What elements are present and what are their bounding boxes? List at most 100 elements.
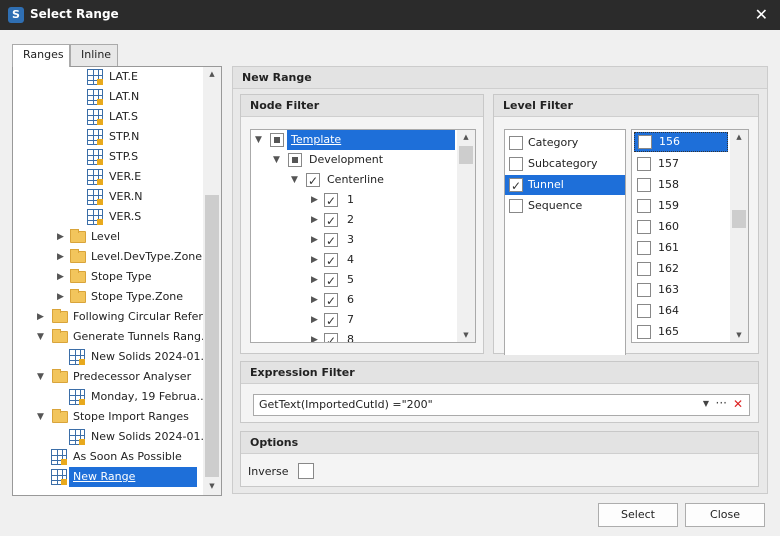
tree-item[interactable]: ▶ Stope Type.Zone: [13, 287, 203, 307]
node-item[interactable]: ▶ 7: [251, 310, 459, 331]
value-checkbox[interactable]: [637, 304, 651, 318]
level-category-item[interactable]: Sequence: [505, 196, 625, 216]
level-value-item[interactable]: 163: [634, 280, 728, 300]
tab-ranges[interactable]: Ranges: [12, 44, 70, 67]
value-checkbox[interactable]: [637, 262, 651, 276]
tab-inline[interactable]: Inline: [70, 44, 118, 66]
level-value-item[interactable]: 157: [634, 154, 728, 174]
tree-item[interactable]: STP.N: [13, 127, 203, 147]
chevron-down-icon[interactable]: ▼: [291, 170, 298, 190]
chevron-right-icon[interactable]: ▶: [311, 290, 318, 310]
level-value-item[interactable]: 165: [634, 322, 728, 342]
category-checkbox[interactable]: [509, 157, 523, 171]
level-category-item[interactable]: Subcategory: [505, 154, 625, 174]
node-item[interactable]: ▶ 4: [251, 250, 459, 271]
scroll-up-icon[interactable]: ▲: [457, 130, 475, 144]
node-item-template[interactable]: ▼ Template: [251, 130, 459, 150]
chevron-right-icon[interactable]: ▶: [57, 287, 64, 307]
node-item[interactable]: ▶ 3: [251, 230, 459, 251]
tree-item[interactable]: Monday, 19 Februa...: [13, 387, 207, 407]
node-checkbox[interactable]: [324, 231, 338, 251]
chevron-right-icon[interactable]: ▶: [37, 307, 44, 327]
level-category-item-selected[interactable]: Tunnel: [505, 175, 625, 196]
chevron-down-icon[interactable]: ▼: [37, 367, 44, 387]
level-value-item-selected[interactable]: 156: [634, 132, 728, 152]
tree-item[interactable]: ▼ Generate Tunnels Rang...: [13, 327, 211, 347]
value-checkbox[interactable]: [637, 157, 651, 171]
category-checkbox[interactable]: [509, 136, 523, 150]
scroll-down-icon[interactable]: ▼: [457, 328, 475, 342]
node-checkbox[interactable]: [324, 211, 338, 231]
tree-item[interactable]: VER.S: [13, 207, 203, 227]
tree-item[interactable]: ▶ Level: [13, 227, 203, 247]
chevron-down-icon[interactable]: ▼: [255, 130, 262, 150]
value-checkbox[interactable]: [637, 325, 651, 339]
node-item[interactable]: ▶ 6: [251, 290, 459, 311]
ellipsis-icon[interactable]: ···: [716, 396, 727, 410]
value-checkbox[interactable]: [637, 178, 651, 192]
tree-scrollbar[interactable]: ▲ ▼: [203, 67, 221, 495]
tree-item[interactable]: ▶ Following Circular Refer...: [13, 307, 212, 327]
node-checkbox[interactable]: [324, 191, 338, 211]
dropdown-icon[interactable]: ▼: [703, 399, 709, 408]
node-checkbox[interactable]: [324, 331, 338, 342]
tree-item[interactable]: LAT.N: [13, 87, 203, 107]
level-values-scrollbar[interactable]: ▲ ▼: [730, 130, 748, 342]
tree-item[interactable]: LAT.E: [13, 67, 203, 87]
tree-item[interactable]: ▼ Stope Import Ranges: [13, 407, 203, 427]
level-value-item[interactable]: 162: [634, 259, 728, 279]
tree-item[interactable]: New Solids 2024-01...: [13, 347, 211, 367]
value-checkbox[interactable]: [637, 220, 651, 234]
chevron-down-icon[interactable]: ▼: [37, 327, 44, 347]
node-item[interactable]: ▶ 5: [251, 270, 459, 291]
tree-item[interactable]: LAT.S: [13, 107, 203, 127]
scroll-thumb[interactable]: [205, 195, 219, 477]
node-checkbox[interactable]: [324, 291, 338, 311]
chevron-right-icon[interactable]: ▶: [311, 230, 318, 250]
node-item[interactable]: ▶ 2: [251, 210, 459, 231]
chevron-down-icon[interactable]: ▼: [37, 407, 44, 427]
chevron-right-icon[interactable]: ▶: [57, 227, 64, 247]
chevron-right-icon[interactable]: ▶: [311, 190, 318, 210]
close-button[interactable]: Close: [685, 503, 765, 527]
tree-item[interactable]: ▼ Predecessor Analyser: [13, 367, 203, 387]
level-value-item[interactable]: 159: [634, 196, 728, 216]
category-checkbox[interactable]: [509, 199, 523, 213]
clear-icon[interactable]: ✕: [733, 397, 743, 411]
node-filter-scrollbar[interactable]: ▲ ▼: [457, 130, 475, 342]
chevron-right-icon[interactable]: ▶: [311, 310, 318, 330]
level-value-item[interactable]: 158: [634, 175, 728, 195]
scroll-down-icon[interactable]: ▼: [730, 328, 748, 342]
chevron-right-icon[interactable]: ▶: [311, 210, 318, 230]
chevron-right-icon[interactable]: ▶: [57, 267, 64, 287]
tree-item[interactable]: VER.E: [13, 167, 203, 187]
scroll-up-icon[interactable]: ▲: [730, 130, 748, 144]
node-checkbox[interactable]: [288, 153, 302, 167]
scroll-up-icon[interactable]: ▲: [203, 67, 221, 81]
node-item[interactable]: ▼ Development: [251, 150, 459, 170]
value-checkbox[interactable]: [638, 135, 652, 149]
inverse-checkbox[interactable]: [298, 463, 314, 479]
tree-item[interactable]: STP.S: [13, 147, 203, 167]
tree-item[interactable]: ▶ Stope Type: [13, 267, 203, 287]
node-checkbox[interactable]: [270, 133, 284, 147]
node-item[interactable]: ▶ 8: [251, 330, 459, 342]
node-item[interactable]: ▼ Centerline: [251, 170, 459, 191]
level-value-item[interactable]: 161: [634, 238, 728, 258]
level-value-item[interactable]: 164: [634, 301, 728, 321]
chevron-right-icon[interactable]: ▶: [311, 250, 318, 270]
chevron-down-icon[interactable]: ▼: [273, 150, 280, 170]
tree-item[interactable]: VER.N: [13, 187, 203, 207]
node-checkbox[interactable]: [324, 311, 338, 331]
level-category-item[interactable]: Category: [505, 133, 625, 153]
chevron-right-icon[interactable]: ▶: [311, 270, 318, 290]
tree-item-selected[interactable]: New Range: [13, 467, 203, 487]
value-checkbox[interactable]: [637, 241, 651, 255]
scroll-thumb[interactable]: [459, 146, 473, 164]
node-checkbox[interactable]: [306, 171, 320, 191]
level-value-item[interactable]: 160: [634, 217, 728, 237]
close-icon[interactable]: ✕: [755, 5, 768, 24]
chevron-right-icon[interactable]: ▶: [311, 330, 318, 342]
value-checkbox[interactable]: [637, 199, 651, 213]
tree-item[interactable]: ▶ Level.DevType.Zone: [13, 247, 203, 267]
